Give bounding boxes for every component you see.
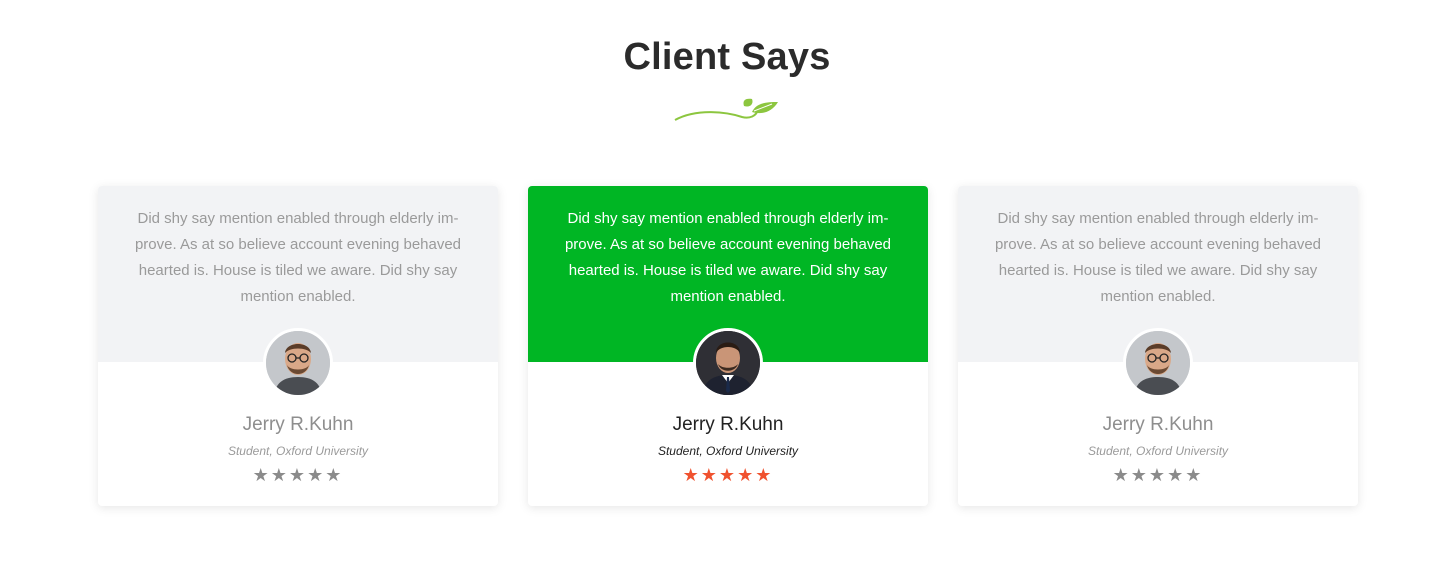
avatar — [693, 328, 763, 398]
client-role: Student, Oxford University — [227, 444, 369, 458]
star-icon: ★ — [1148, 465, 1168, 486]
star-icon: ★ — [325, 465, 344, 486]
testimonial-card: Did shy say mention enabled through elde… — [958, 186, 1358, 506]
avatar-photo-icon — [696, 331, 760, 395]
star-icon: ★ — [307, 465, 326, 486]
testimonial-card: Did shy say mention enabled through elde… — [98, 186, 498, 506]
testimonial-quote: Did shy say mention enabled through elde… — [564, 210, 892, 305]
client-name: Jerry R.Kuhn — [1102, 414, 1214, 435]
star-icon: ★ — [252, 465, 271, 486]
client-name: Jerry R.Kuhn — [672, 414, 784, 435]
rating-stars: ★★★★★ — [528, 465, 928, 486]
client-role: Student, Oxford University — [657, 444, 799, 458]
star-icon: ★ — [737, 465, 756, 486]
star-icon: ★ — [1112, 465, 1131, 486]
client-name: Jerry R.Kuhn — [242, 414, 354, 435]
star-icon: ★ — [1130, 465, 1149, 486]
avatar-photo-icon — [266, 331, 330, 395]
star-icon: ★ — [270, 465, 289, 486]
section-title: Client Says — [623, 36, 831, 78]
star-icon: ★ — [1185, 465, 1204, 486]
star-icon: ★ — [288, 465, 308, 486]
star-icon: ★ — [682, 465, 701, 486]
star-icon: ★ — [718, 465, 738, 486]
rating-stars: ★★★★★ — [98, 465, 498, 486]
star-icon: ★ — [700, 465, 719, 486]
testimonial-quote: Did shy say mention enabled through elde… — [134, 210, 462, 305]
testimonial-card-active: Did shy say mention enabled through elde… — [528, 186, 928, 506]
testimonial-quote: Did shy say mention enabled through elde… — [994, 210, 1322, 305]
leaf-divider-icon — [674, 98, 778, 121]
avatar — [1123, 328, 1193, 398]
star-icon: ★ — [1167, 465, 1186, 486]
star-icon: ★ — [755, 465, 774, 486]
avatar-photo-icon — [1126, 331, 1190, 395]
client-role: Student, Oxford University — [1087, 444, 1229, 458]
avatar — [263, 328, 333, 398]
rating-stars: ★★★★★ — [958, 465, 1358, 486]
